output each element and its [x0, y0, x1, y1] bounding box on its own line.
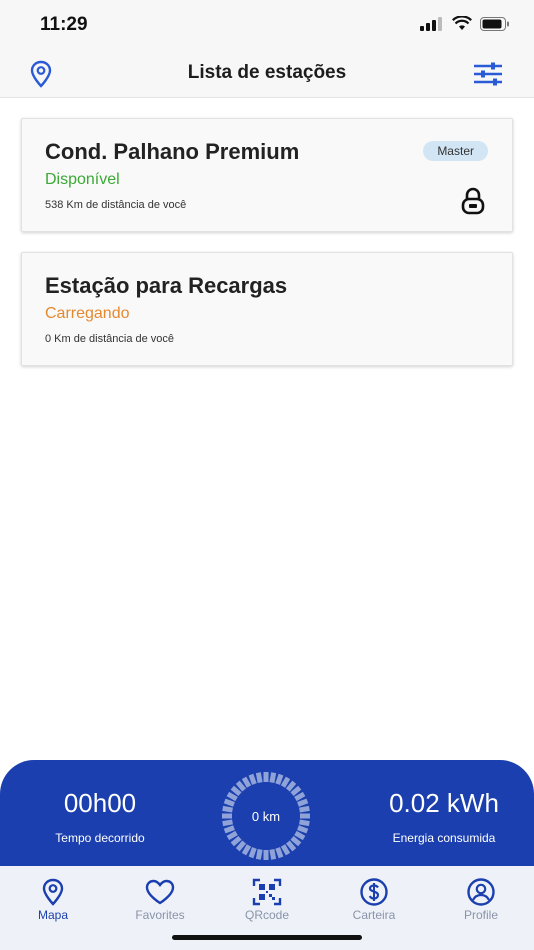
- profile-icon: [467, 878, 495, 906]
- nav-favorites[interactable]: Favorites: [107, 878, 213, 922]
- elapsed-time-value: 00h00: [63, 788, 137, 818]
- status-bar: 11:29: [0, 0, 534, 50]
- status-time: 11:29: [40, 14, 88, 35]
- nav-mapa[interactable]: Mapa: [0, 878, 106, 922]
- energy-value: 0.02 kWh: [389, 788, 499, 818]
- station-distance: 0 Km de distância de você: [45, 333, 175, 345]
- station-card[interactable]: Cond. Palhano Premium Disponível 538 Km …: [21, 118, 513, 232]
- cellular-signal-icon: [420, 16, 442, 31]
- station-name: Estação para Recargas: [45, 273, 288, 298]
- dollar-icon: [360, 878, 388, 906]
- wifi-icon: [452, 16, 472, 30]
- nav-label: Carteira: [352, 908, 396, 922]
- nav-label: QRcode: [244, 908, 290, 922]
- station-status: Carregando: [45, 305, 130, 322]
- energy-label: Energia consumida: [392, 831, 496, 845]
- station-name: Cond. Palhano Premium: [45, 139, 300, 164]
- home-indicator: [172, 935, 362, 940]
- nav-qrcode[interactable]: QRcode: [214, 878, 320, 922]
- status-icons: [420, 16, 510, 31]
- battery-icon: [480, 16, 509, 31]
- elapsed-time-label: Tempo decorrido: [55, 831, 145, 845]
- nav-label: Profile: [463, 908, 498, 922]
- header: Lista de estações: [0, 50, 534, 98]
- station-distance: 538 Km de distância de você: [45, 199, 187, 211]
- nav-carteira[interactable]: Carteira: [321, 878, 427, 922]
- qrcode-icon: [252, 878, 282, 906]
- energy-consumed: 0.02 kWh Energia consumida: [354, 788, 534, 845]
- nav-profile[interactable]: Profile: [428, 878, 534, 922]
- station-status: Disponível: [45, 171, 120, 188]
- gauge-distance-value: 0 km: [251, 808, 281, 824]
- nav-label: Favorites: [135, 908, 185, 922]
- nav-label: Mapa: [37, 908, 69, 922]
- heart-icon: [145, 879, 175, 905]
- session-info-panel: 00h00 Tempo decorrido 0 km 0.02 kWh Ener…: [0, 760, 534, 870]
- map-pin-icon: [42, 878, 64, 906]
- filter-icon[interactable]: [472, 62, 504, 91]
- page-title: Lista de estações: [187, 62, 347, 83]
- master-badge: Master: [423, 141, 488, 161]
- station-card[interactable]: Estação para Recargas Carregando 0 Km de…: [21, 252, 513, 366]
- lock-icon[interactable]: [461, 187, 485, 220]
- elapsed-time: 00h00 Tempo decorrido: [10, 788, 190, 845]
